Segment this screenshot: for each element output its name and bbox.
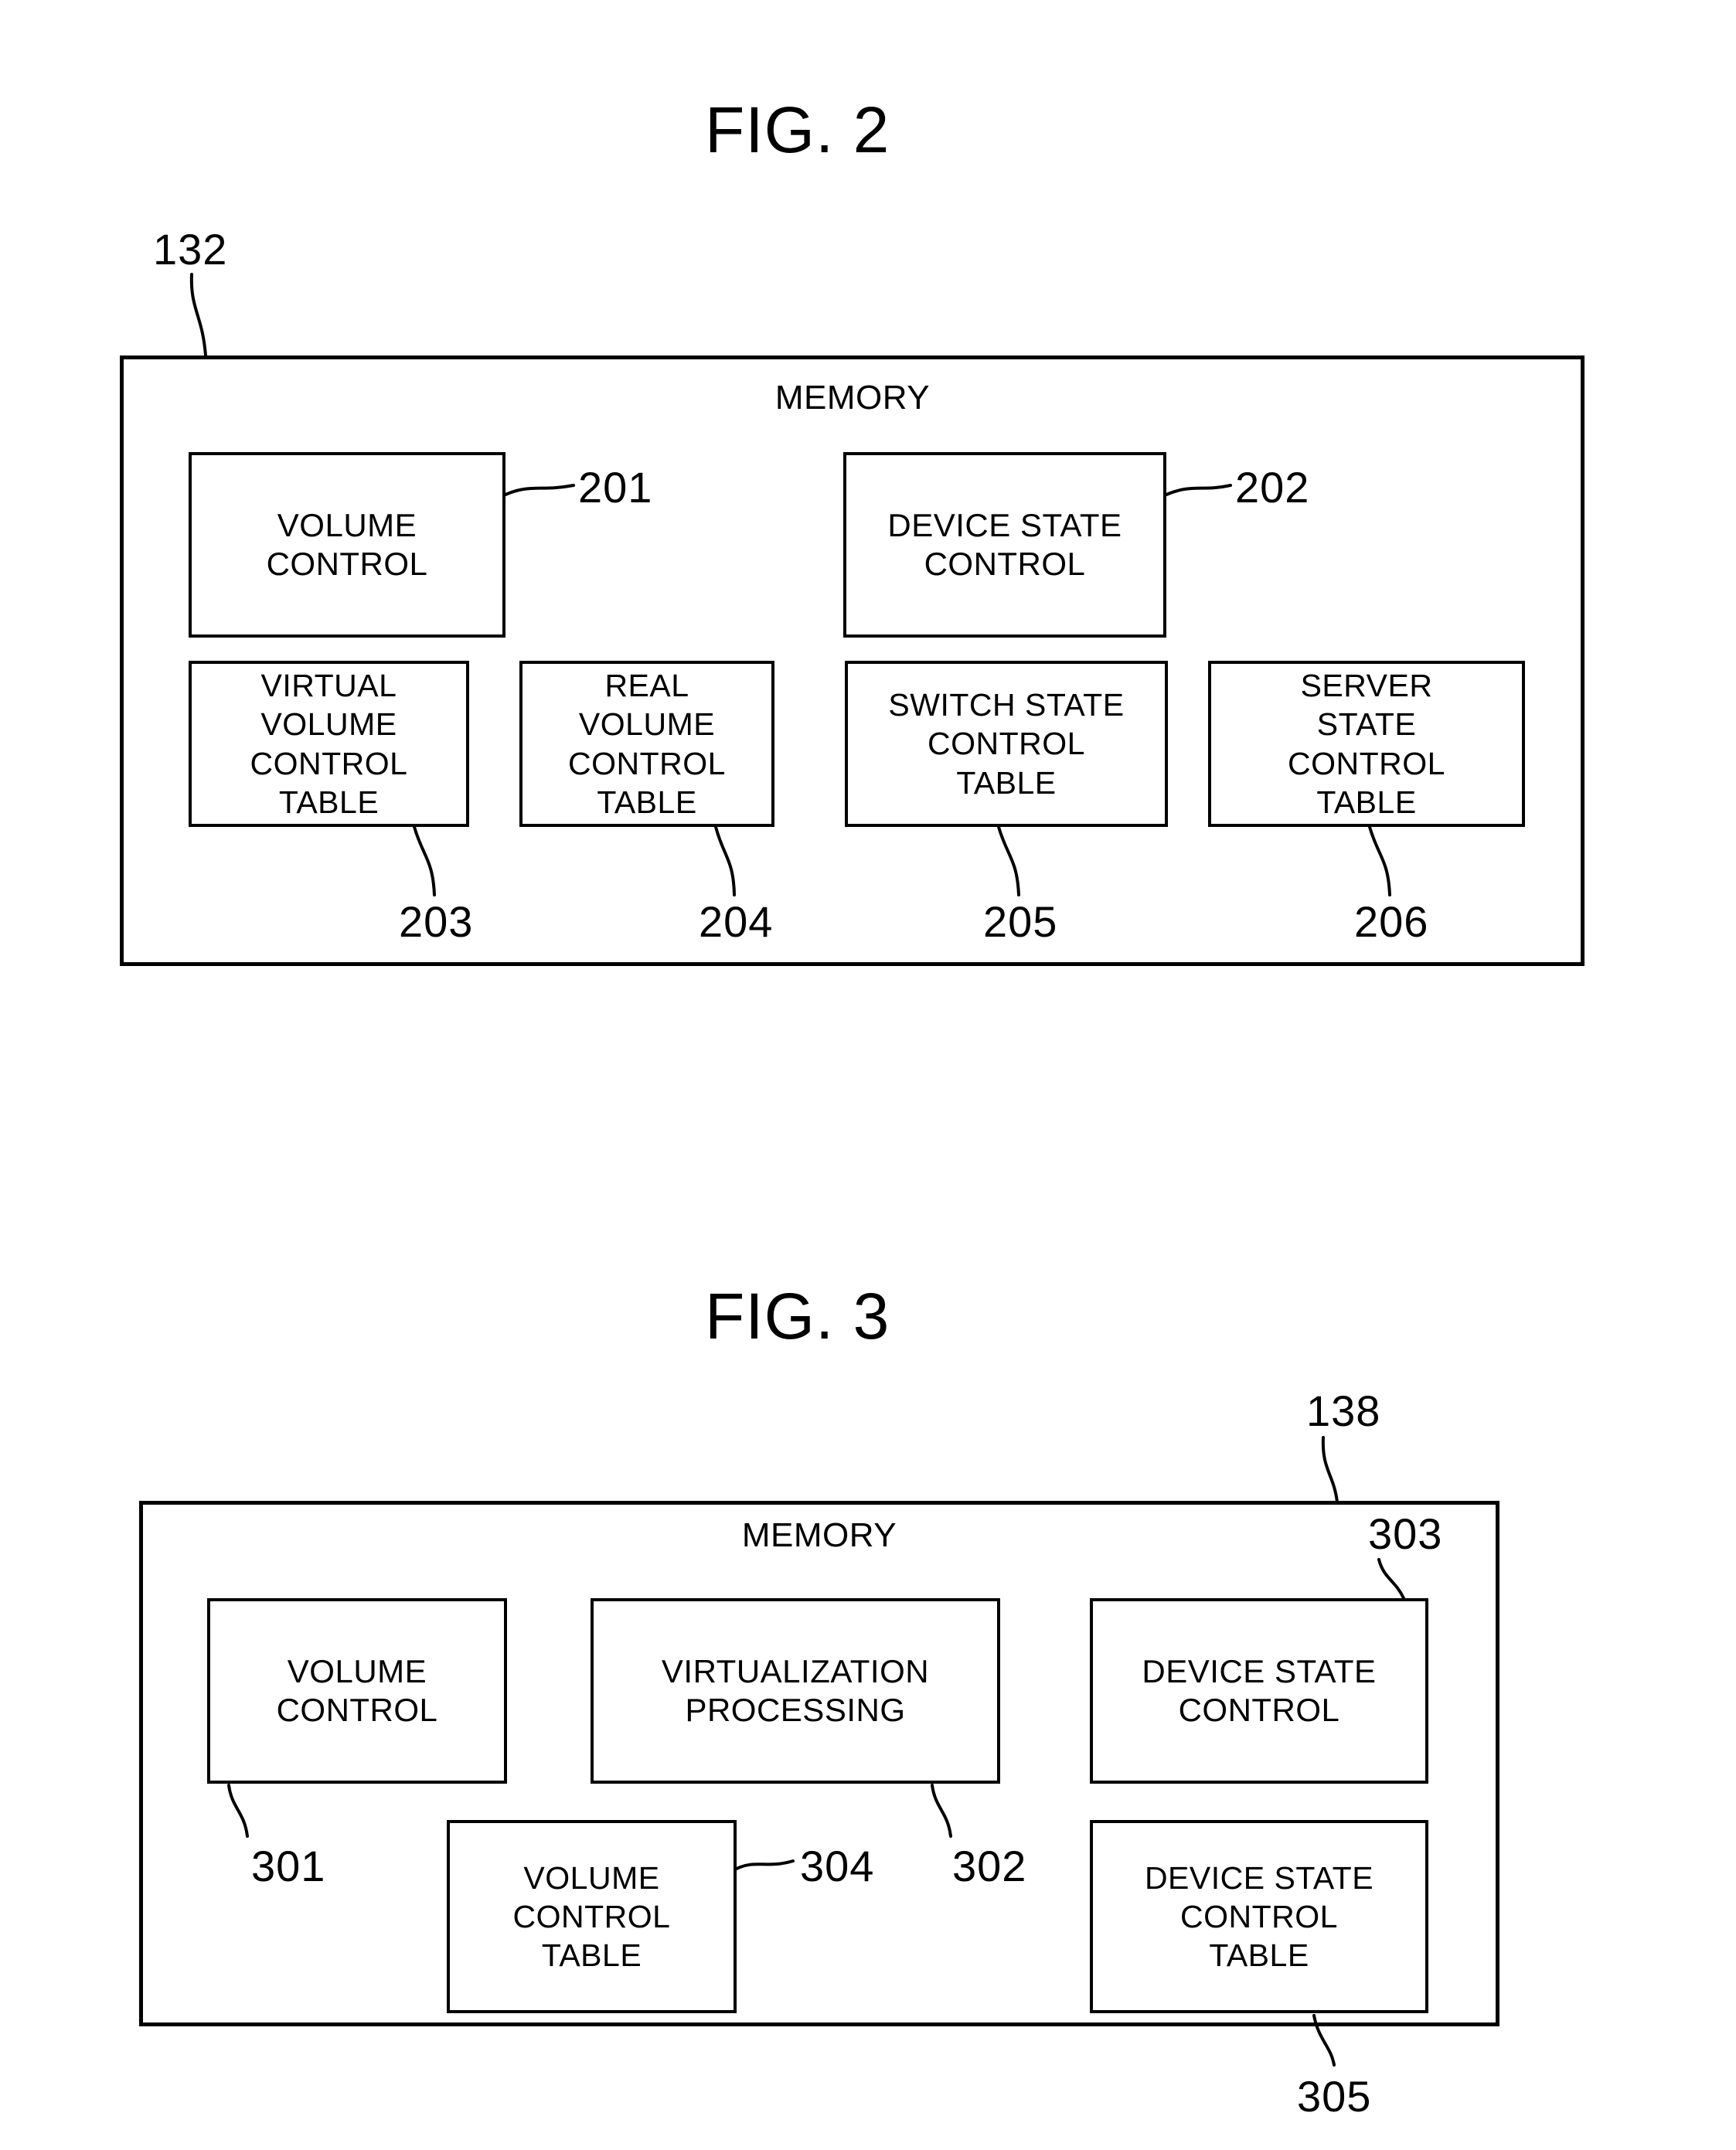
reference-numeral-304: 304 — [800, 1842, 875, 1890]
reference-numeral-132: 132 — [153, 225, 228, 274]
fig3-volume-control-table-box[interactable]: VOLUME CONTROL TABLE — [447, 1820, 737, 2013]
reference-numeral-204: 204 — [699, 897, 774, 946]
fig2-device-state-control-box[interactable]: DEVICE STATE CONTROL — [843, 452, 1166, 638]
fig2-volume-control-box[interactable]: VOLUME CONTROL — [189, 452, 505, 638]
leader-138 — [1321, 1436, 1339, 1504]
fig2-memory-label: MEMORY — [774, 379, 931, 417]
reference-numeral-206: 206 — [1354, 897, 1429, 946]
reference-numeral-201: 201 — [578, 463, 653, 512]
fig3-volume-control-label: VOLUME CONTROL — [276, 1653, 438, 1728]
reference-numeral-301: 301 — [251, 1842, 326, 1890]
fig2-server-state-control-table-label: SERVER STATE CONTROL TABLE — [1288, 668, 1445, 820]
fig3-virtualization-processing-label: VIRTUALIZATION PROCESSING — [661, 1653, 930, 1728]
fig2-virtual-volume-control-table-label: VIRTUAL VOLUME CONTROL TABLE — [250, 668, 408, 820]
fig2-real-volume-control-table-label: REAL VOLUME CONTROL TABLE — [568, 668, 726, 820]
reference-numeral-205: 205 — [983, 897, 1058, 946]
fig3-device-state-control-box[interactable]: DEVICE STATE CONTROL — [1090, 1598, 1428, 1784]
fig3-device-state-control-label: DEVICE STATE CONTROL — [1142, 1653, 1377, 1728]
reference-numeral-203: 203 — [399, 897, 474, 946]
reference-numeral-305: 305 — [1297, 2072, 1372, 2121]
fig3-device-state-control-table-label: DEVICE STATE CONTROL TABLE — [1144, 1859, 1374, 1973]
fig3-memory-label: MEMORY — [741, 1516, 897, 1554]
fig3-virtualization-processing-box[interactable]: VIRTUALIZATION PROCESSING — [591, 1598, 1000, 1784]
fig3-volume-control-table-label: VOLUME CONTROL TABLE — [512, 1859, 671, 1973]
fig3-device-state-control-table-box[interactable]: DEVICE STATE CONTROL TABLE — [1090, 1820, 1428, 2013]
fig2-server-state-control-table-box[interactable]: SERVER STATE CONTROL TABLE — [1208, 661, 1525, 827]
fig2-switch-state-control-table-box[interactable]: SWITCH STATE CONTROL TABLE — [845, 661, 1168, 827]
reference-numeral-302: 302 — [952, 1842, 1027, 1890]
figure-3-title: FIG. 3 — [705, 1280, 890, 1352]
leader-132 — [189, 273, 207, 357]
reference-numeral-202: 202 — [1235, 463, 1310, 512]
figure-2-title: FIG. 2 — [705, 94, 890, 166]
fig2-switch-state-control-table-label: SWITCH STATE CONTROL TABLE — [888, 687, 1125, 801]
fig2-device-state-control-label: DEVICE STATE CONTROL — [887, 507, 1122, 582]
fig2-virtual-volume-control-table-box[interactable]: VIRTUAL VOLUME CONTROL TABLE — [189, 661, 469, 827]
reference-numeral-138: 138 — [1306, 1386, 1381, 1435]
fig2-real-volume-control-table-box[interactable]: REAL VOLUME CONTROL TABLE — [519, 661, 774, 827]
fig2-volume-control-label: VOLUME CONTROL — [266, 507, 428, 582]
reference-numeral-303: 303 — [1368, 1509, 1443, 1558]
fig3-volume-control-box[interactable]: VOLUME CONTROL — [207, 1598, 507, 1784]
